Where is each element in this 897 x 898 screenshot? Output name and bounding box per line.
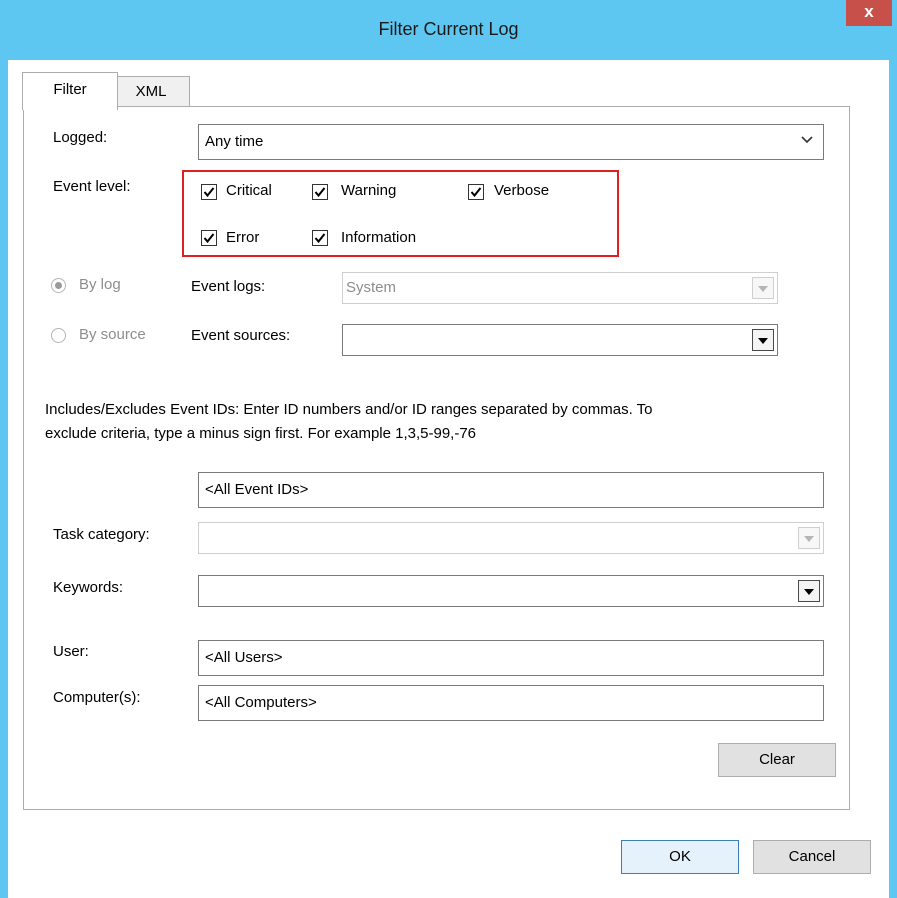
event-ids-help-line-2: exclude criteria, type a minus sign firs… bbox=[45, 425, 477, 442]
verbose-label[interactable]: Verbose bbox=[494, 182, 549, 199]
checkmark-icon bbox=[470, 187, 482, 198]
title-bar: Filter Current Log x bbox=[8, 0, 892, 60]
keywords-dropdown-button[interactable] bbox=[798, 580, 820, 602]
information-label[interactable]: Information bbox=[341, 229, 416, 246]
error-label[interactable]: Error bbox=[226, 229, 259, 246]
warning-checkbox[interactable] bbox=[312, 184, 328, 200]
radio-selected-dot bbox=[55, 282, 62, 289]
verbose-checkbox[interactable] bbox=[468, 184, 484, 200]
event-logs-value: System bbox=[346, 279, 397, 296]
event-sources-label: Event sources: bbox=[191, 327, 291, 344]
user-label: User: bbox=[53, 643, 89, 660]
event-ids-input[interactable]: <All Event IDs> bbox=[198, 472, 824, 508]
user-input[interactable]: <All Users> bbox=[198, 640, 824, 676]
event-logs-dropdown-button[interactable] bbox=[752, 277, 774, 299]
triangle-down-icon bbox=[804, 536, 814, 542]
ok-button[interactable]: OK bbox=[621, 840, 739, 874]
close-button[interactable]: x bbox=[846, 0, 892, 26]
checkmark-icon bbox=[314, 187, 326, 198]
triangle-down-icon bbox=[758, 338, 768, 344]
by-source-label[interactable]: By source bbox=[79, 326, 146, 343]
critical-checkbox[interactable] bbox=[201, 184, 217, 200]
logged-label: Logged: bbox=[53, 129, 108, 146]
keywords-select[interactable] bbox=[198, 575, 824, 607]
logged-value: Any time bbox=[205, 133, 264, 150]
event-logs-label: Event logs: bbox=[191, 278, 266, 295]
dialog-window: Filter Current Log x Filter XML Logged: … bbox=[0, 0, 897, 898]
computers-input[interactable]: <All Computers> bbox=[198, 685, 824, 721]
checkmark-icon bbox=[314, 233, 326, 244]
information-checkbox[interactable] bbox=[312, 230, 328, 246]
checkmark-icon bbox=[203, 187, 215, 198]
dialog-client: Filter XML Logged: Any time Event level:… bbox=[8, 60, 889, 898]
task-category-select[interactable] bbox=[198, 522, 824, 554]
cancel-button[interactable]: Cancel bbox=[753, 840, 871, 874]
dialog-title: Filter Current Log bbox=[378, 19, 519, 39]
by-log-label[interactable]: By log bbox=[79, 276, 121, 293]
event-logs-select[interactable]: System bbox=[342, 272, 778, 304]
computers-label: Computer(s): bbox=[53, 689, 141, 706]
task-category-dropdown-button[interactable] bbox=[798, 527, 820, 549]
event-level-label: Event level: bbox=[53, 178, 131, 195]
tab-xml[interactable]: XML bbox=[112, 76, 190, 108]
warning-label[interactable]: Warning bbox=[341, 182, 396, 199]
task-category-label: Task category: bbox=[53, 526, 150, 543]
event-ids-help-text: Includes/Excludes Event IDs: Enter ID nu… bbox=[45, 398, 845, 446]
by-log-radio[interactable] bbox=[51, 278, 66, 293]
close-icon: x bbox=[864, 2, 874, 21]
error-checkbox[interactable] bbox=[201, 230, 217, 246]
event-ids-help-line-1: Includes/Excludes Event IDs: Enter ID nu… bbox=[45, 401, 653, 418]
critical-label[interactable]: Critical bbox=[226, 182, 272, 199]
chevron-down-icon bbox=[801, 136, 813, 144]
by-source-radio[interactable] bbox=[51, 328, 66, 343]
checkmark-icon bbox=[203, 233, 215, 244]
logged-select[interactable]: Any time bbox=[198, 124, 824, 160]
keywords-label: Keywords: bbox=[53, 579, 124, 596]
event-sources-dropdown-button[interactable] bbox=[752, 329, 774, 351]
event-sources-select[interactable] bbox=[342, 324, 778, 356]
clear-button[interactable]: Clear bbox=[718, 743, 836, 777]
tab-filter[interactable]: Filter bbox=[22, 72, 118, 110]
triangle-down-icon bbox=[758, 286, 768, 292]
triangle-down-icon bbox=[804, 589, 814, 595]
